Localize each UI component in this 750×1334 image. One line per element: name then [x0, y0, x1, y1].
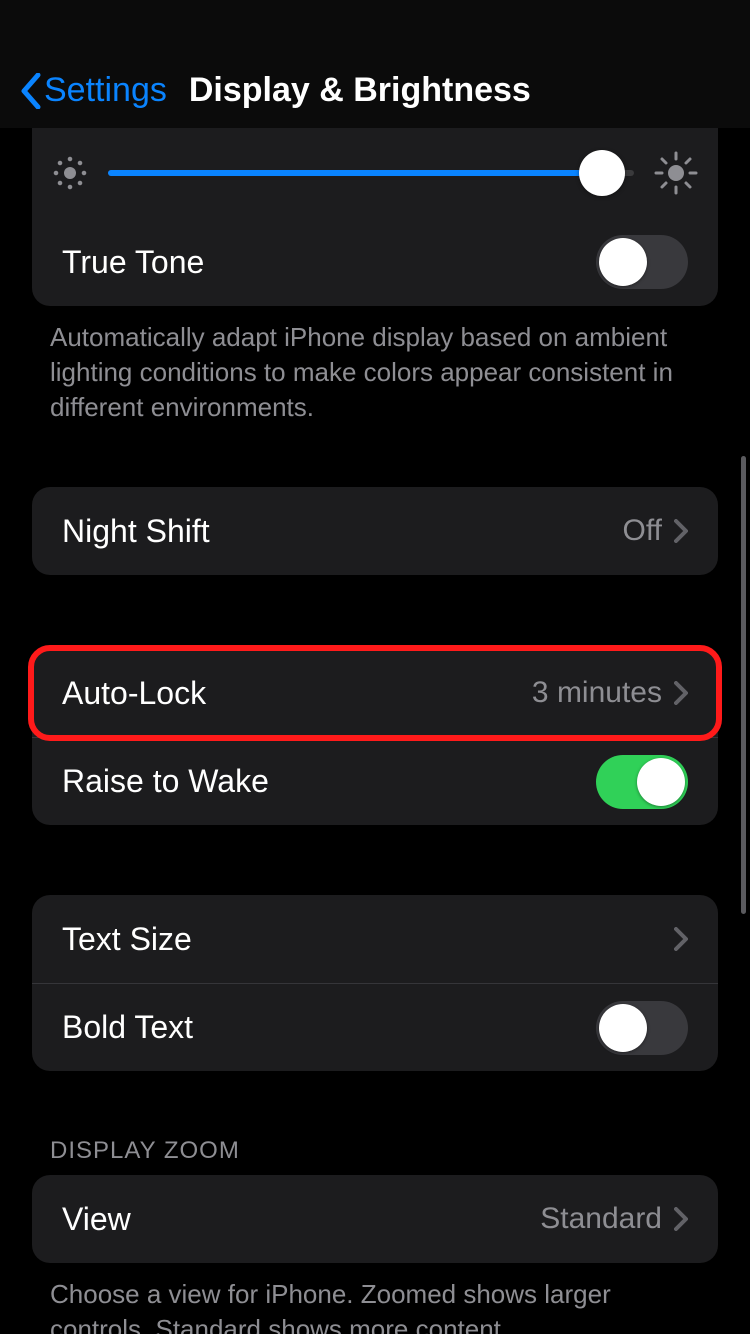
true-tone-row: True Tone [32, 218, 718, 306]
autolock-group-wrap: Auto-Lock 3 minutes Raise to Wake [32, 649, 718, 825]
auto-lock-label: Auto-Lock [62, 675, 532, 712]
view-value: Standard [540, 1202, 662, 1236]
text-size-label: Text Size [62, 921, 674, 958]
view-label: View [62, 1201, 540, 1238]
brightness-low-icon [52, 155, 88, 191]
brightness-high-icon [654, 151, 698, 195]
slider-fill [108, 170, 602, 176]
text-size-row[interactable]: Text Size [32, 895, 718, 983]
true-tone-label: True Tone [62, 244, 596, 281]
back-label: Settings [44, 71, 167, 110]
brightness-row [32, 128, 718, 218]
page-title: Display & Brightness [189, 71, 531, 110]
display-zoom-header: DISPLAY ZOOM [0, 1137, 750, 1175]
brightness-slider[interactable] [108, 153, 634, 193]
chevron-right-icon [674, 927, 688, 951]
bold-text-label: Bold Text [62, 1009, 596, 1046]
raise-to-wake-row: Raise to Wake [32, 737, 718, 825]
bold-text-row: Bold Text [32, 983, 718, 1071]
raise-to-wake-label: Raise to Wake [62, 763, 596, 800]
night-shift-value: Off [623, 514, 662, 548]
chevron-right-icon [674, 1207, 688, 1231]
raise-to-wake-toggle[interactable] [596, 755, 688, 809]
content: True Tone Automatically adapt iPhone dis… [0, 128, 750, 1334]
night-shift-group: Night Shift Off [32, 487, 718, 575]
text-group: Text Size Bold Text [32, 895, 718, 1071]
scrollbar[interactable] [741, 456, 746, 914]
back-button[interactable]: Settings [20, 71, 167, 110]
true-tone-toggle[interactable] [596, 235, 688, 289]
display-zoom-note: Choose a view for iPhone. Zoomed shows l… [0, 1263, 750, 1334]
auto-lock-value: 3 minutes [532, 676, 662, 710]
true-tone-note: Automatically adapt iPhone display based… [0, 306, 750, 425]
chevron-right-icon [674, 681, 688, 705]
navbar: Settings Display & Brightness [0, 0, 750, 128]
appearance-group: True Tone [32, 128, 718, 306]
view-row[interactable]: View Standard [32, 1175, 718, 1263]
auto-lock-row[interactable]: Auto-Lock 3 minutes [32, 649, 718, 737]
bold-text-toggle[interactable] [596, 1001, 688, 1055]
night-shift-row[interactable]: Night Shift Off [32, 487, 718, 575]
chevron-left-icon [20, 73, 42, 109]
autolock-group: Auto-Lock 3 minutes Raise to Wake [32, 649, 718, 825]
slider-thumb[interactable] [579, 150, 625, 196]
night-shift-label: Night Shift [62, 513, 623, 550]
display-zoom-group: View Standard [32, 1175, 718, 1263]
chevron-right-icon [674, 519, 688, 543]
